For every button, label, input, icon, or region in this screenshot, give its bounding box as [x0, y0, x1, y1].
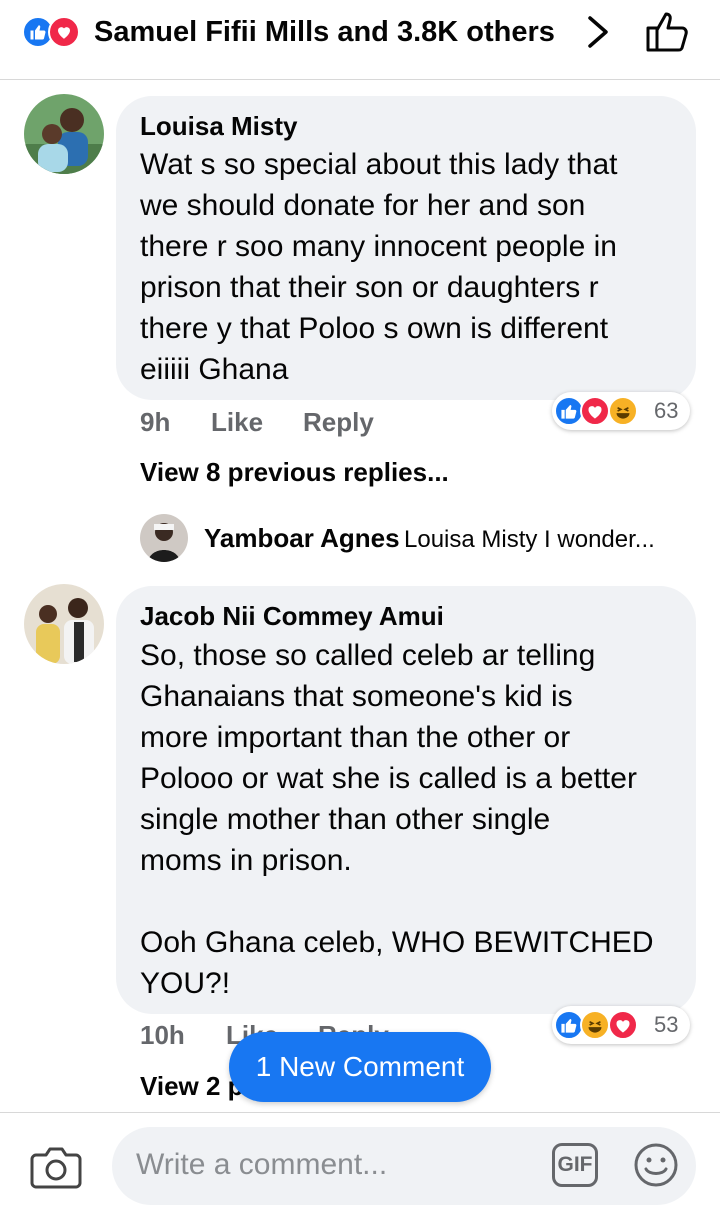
comment-text-line: Ooh Ghana celeb, WHO BEWITCHED — [140, 926, 654, 959]
reply-avatar[interactable] — [140, 514, 188, 562]
comment-text-line: we should donate for her and son — [140, 189, 586, 222]
reaction-summary-pill[interactable]: 53 — [552, 1006, 690, 1044]
reaction-count: 53 — [654, 1012, 679, 1037]
comment-text-line: eiiiii Ghana — [140, 353, 289, 386]
chevron-right-icon[interactable] — [584, 14, 612, 50]
comment-text-line: Wat s so special about this lady that — [140, 148, 618, 181]
comment-author[interactable]: Jacob Nii Commey Amui — [140, 600, 444, 632]
comment-text-line: there r soo many innocent people in — [140, 230, 617, 263]
reaction-count: 63 — [654, 398, 679, 423]
comment-text-line: more important than the other or — [140, 721, 571, 754]
haha-icon — [580, 1010, 610, 1040]
comment-text-line: prison that their son or daughters r — [140, 271, 599, 304]
love-icon — [608, 1010, 638, 1040]
reply-author[interactable]: Yamboar Agnes — [204, 523, 400, 553]
emoji-icon[interactable] — [632, 1141, 680, 1189]
like-button[interactable]: Like — [211, 406, 263, 438]
reactions-header[interactable]: Samuel Fifii Mills and 3.8K others — [0, 0, 720, 80]
header-reaction-icons — [22, 16, 86, 50]
comment-text-line: YOU?! — [140, 967, 231, 1000]
love-icon — [48, 16, 80, 48]
reply-preview[interactable]: Yamboar Agnes Louisa Misty I wonder... — [204, 522, 655, 559]
view-previous-replies[interactable]: View 8 previous replies... — [140, 456, 449, 488]
reply-button[interactable]: Reply — [303, 406, 374, 438]
comment-text-line: moms in prison. — [140, 844, 352, 877]
comment-text-line: Polooo or wat she is called is a better — [140, 762, 637, 795]
reaction-summary-pill[interactable]: 63 — [552, 392, 690, 430]
reply-snippet: Louisa Misty I wonder... — [404, 526, 655, 553]
comment-text-line: single mother than other single — [140, 803, 551, 836]
thumbs-up-icon[interactable] — [644, 10, 692, 54]
view-previous-replies[interactable]: View 2 p — [140, 1070, 244, 1102]
camera-icon[interactable] — [30, 1143, 82, 1191]
love-icon — [580, 396, 610, 426]
comment-text-line: Ghanaians that someone's kid is — [140, 680, 573, 713]
haha-icon — [608, 396, 638, 426]
comment-text-line: So, those so called celeb ar telling — [140, 639, 596, 672]
comment-timestamp: 10h — [140, 1020, 185, 1050]
avatar[interactable] — [24, 584, 104, 664]
new-comment-button[interactable]: 1 New Comment — [229, 1032, 491, 1102]
comment-composer: GIF — [0, 1112, 720, 1216]
reactors-summary[interactable]: Samuel Fifii Mills and 3.8K others — [94, 14, 566, 50]
comment-input[interactable] — [136, 1147, 526, 1183]
avatar[interactable] — [24, 94, 104, 174]
comment-timestamp: 9h — [140, 407, 171, 437]
comment-input-box[interactable]: GIF — [112, 1127, 696, 1205]
gif-button[interactable]: GIF — [552, 1143, 598, 1187]
comment-text-line: there y that Poloo s own is different — [140, 312, 609, 345]
comment-author[interactable]: Louisa Misty — [140, 110, 297, 142]
